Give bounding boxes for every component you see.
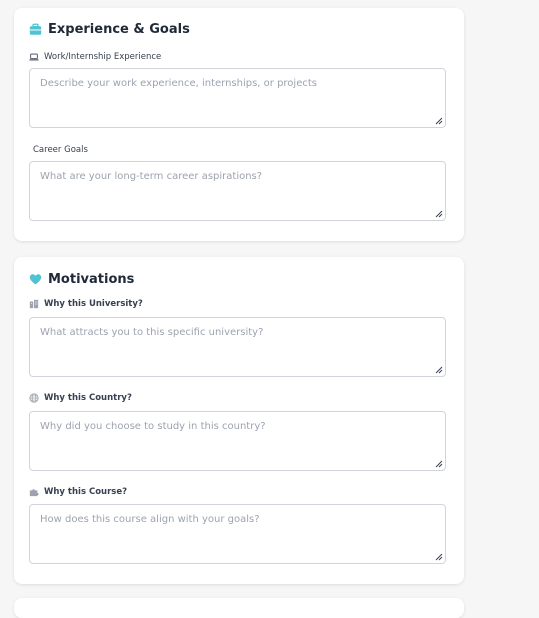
resize-handle-icon[interactable] <box>434 365 443 374</box>
resize-handle-icon[interactable] <box>434 552 443 561</box>
career-goals-textarea[interactable]: What are your long-term career aspiratio… <box>29 161 446 221</box>
laptop-icon <box>29 53 39 61</box>
motivations-heading: Motivations <box>29 272 134 287</box>
work-experience-textarea[interactable]: Describe your work experience, internshi… <box>29 68 446 128</box>
experience-goals-title: Experience & Goals <box>48 22 190 37</box>
why-country-label: Why this Country? <box>29 393 132 403</box>
why-course-placeholder: How does this course align with your goa… <box>40 514 260 525</box>
resize-handle-icon[interactable] <box>434 459 443 468</box>
motivations-title: Motivations <box>48 272 135 287</box>
heart-icon <box>29 274 42 285</box>
resize-handle-icon[interactable] <box>434 116 443 125</box>
briefcase-icon <box>29 23 42 35</box>
career-goals-label: Career Goals <box>33 145 88 155</box>
why-course-textarea[interactable]: How does this course align with your goa… <box>29 504 446 564</box>
motivations-card: Motivations Why this University? What at… <box>14 257 464 584</box>
resize-handle-icon[interactable] <box>434 209 443 218</box>
building-icon <box>29 299 39 309</box>
career-goals-placeholder: What are your long-term career aspiratio… <box>40 171 263 182</box>
work-experience-placeholder: Describe your work experience, internshi… <box>40 78 317 89</box>
why-university-textarea[interactable]: What attracts you to this specific unive… <box>29 317 446 377</box>
why-country-textarea[interactable]: Why did you choose to study in this coun… <box>29 411 446 471</box>
why-country-placeholder: Why did you choose to study in this coun… <box>40 421 266 432</box>
why-university-label: Why this University? <box>29 299 143 309</box>
puzzle-icon <box>29 489 39 497</box>
experience-goals-heading: Experience & Goals <box>29 22 190 37</box>
next-section-card <box>14 598 464 618</box>
experience-goals-card: Experience & Goals Work/Internship Exper… <box>14 8 464 241</box>
why-university-placeholder: What attracts you to this specific unive… <box>40 327 264 338</box>
globe-icon <box>29 393 39 403</box>
why-course-label: Why this Course? <box>29 487 127 497</box>
work-experience-label: Work/Internship Experience <box>29 52 161 62</box>
